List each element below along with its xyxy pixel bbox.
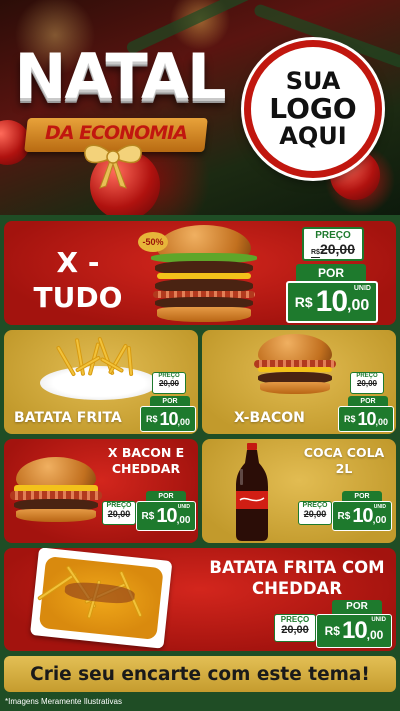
product-name: X BACON E CHEDDAR	[107, 445, 185, 477]
price-tag: PREÇO 20,00 POR UNID R$ 10 ,00	[298, 489, 394, 543]
burger-image	[254, 334, 336, 396]
product-name: X - TUDO	[33, 246, 123, 314]
soda-bottle-icon	[236, 443, 268, 541]
por-label: POR	[296, 264, 366, 282]
new-price: R$ 10 ,00	[338, 406, 394, 432]
old-price: R$20,00	[311, 241, 355, 257]
price-tag: PREÇO 20,00 POR UNID R$ 10 ,00	[274, 600, 394, 650]
new-price: UNID R$ 10 ,00	[332, 501, 392, 531]
logo-text-line1: SUA	[285, 67, 341, 96]
new-price: UNID R$ 10 ,00	[286, 281, 378, 323]
burger-image	[10, 457, 102, 527]
gift-bow-icon	[84, 144, 142, 189]
disclaimer-footnote: *Imagens Meramente Ilustrativas	[5, 697, 122, 706]
discount-badge: -50%	[138, 232, 168, 252]
product-name: X-BACON	[234, 410, 305, 426]
logo-text-line3: AQUI	[279, 121, 347, 150]
product-card-x-bacon: X-BACON PREÇO 20,00 POR R$ 10 ,00	[202, 330, 396, 434]
cta-banner[interactable]: Crie seu encarte com este tema!	[4, 656, 396, 692]
price-tag: PREÇO R$20,00 POR UNID R$ 10 ,00	[282, 227, 394, 323]
new-price: UNID R$ 10 ,00	[316, 614, 392, 648]
product-card-batata-cheddar: BATATA FRITA COM CHEDDAR PREÇO 20,00 POR…	[4, 548, 396, 651]
preco-label: PREÇO	[315, 230, 351, 241]
price-tag: PREÇO 20,00 POR UNID R$ 10 ,00	[102, 489, 198, 543]
product-name: COCA COLA 2L	[303, 445, 385, 477]
new-price: UNID R$ 10 ,00	[136, 501, 196, 531]
price-tag: PREÇO 20,00 POR R$ 10 ,00	[338, 372, 396, 434]
product-name: BATATA FRITA COM CHEDDAR	[209, 558, 385, 599]
promo-title: NATAL	[14, 40, 226, 113]
header-banner: NATAL DA ECONOMIA SUA LOGO AQUI	[0, 0, 400, 215]
new-price: R$ 10 ,00	[140, 406, 196, 432]
product-name: BATATA FRITA	[14, 410, 122, 426]
product-card-coca-cola: COCA COLA 2L PREÇO 20,00 POR UNID R$ 10 …	[202, 439, 396, 543]
logo-text-line2: LOGO	[269, 92, 357, 126]
product-card-x-tudo: X - TUDO PREÇO R$20,00 POR UNID R$ 10 ,0…	[4, 221, 396, 325]
product-card-x-bacon-cheddar: X BACON E CHEDDAR PREÇO 20,00 POR UNID R…	[4, 439, 198, 543]
product-card-batata-frita: BATATA FRITA PREÇO 20,00 POR R$ 10 ,00	[4, 330, 198, 434]
cta-text: Crie seu encarte com este tema!	[30, 663, 370, 685]
logo-placeholder: SUA LOGO AQUI	[244, 40, 382, 178]
price-tag: PREÇO 20,00 POR R$ 10 ,00	[140, 372, 198, 434]
cheddar-fries-image	[29, 548, 173, 651]
